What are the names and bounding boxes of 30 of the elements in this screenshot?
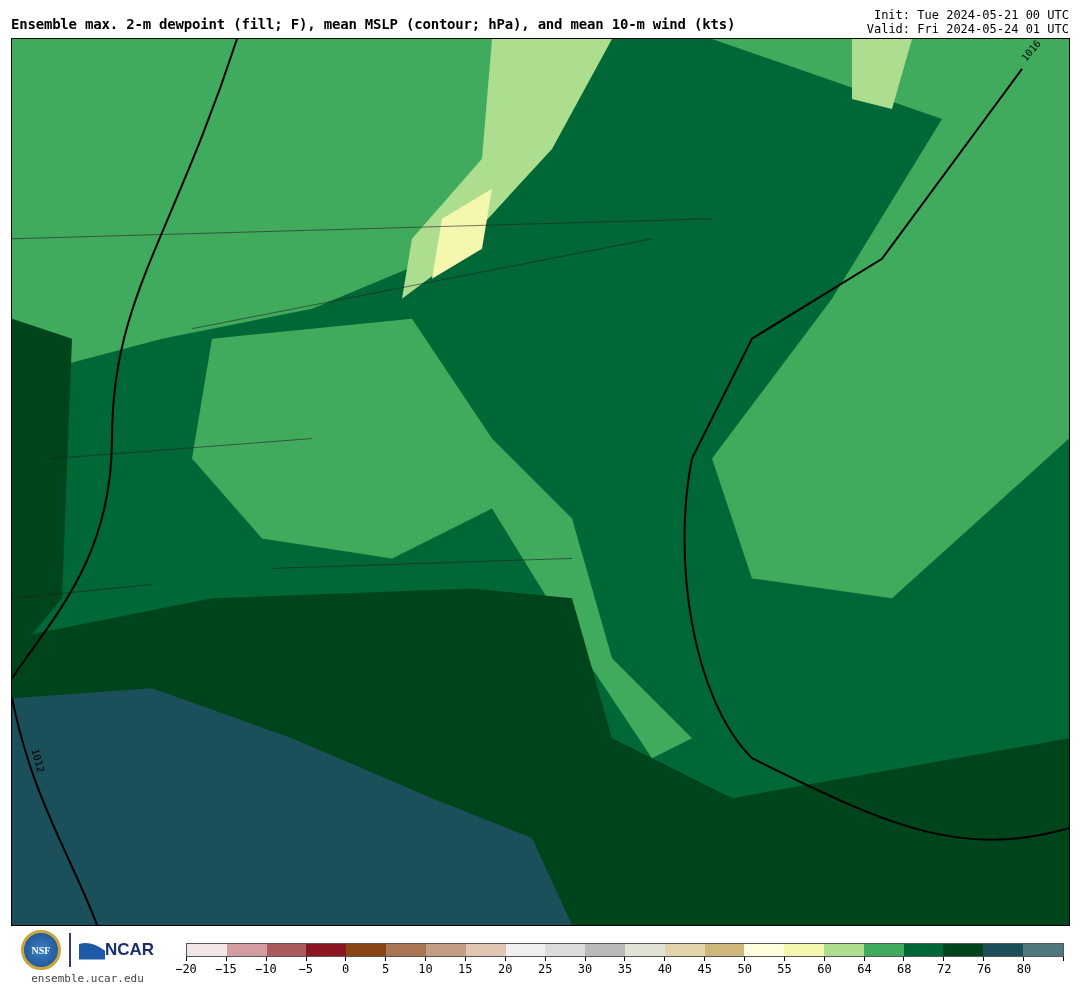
colorbar-tick-label: 80 xyxy=(1016,962,1032,976)
colorbar-tick-label: 76 xyxy=(976,962,992,976)
contour-label: 1012 xyxy=(29,747,47,774)
colorbar-tick-label: 15 xyxy=(458,962,473,976)
run-time-text: Valid: Fri 2024-05-24 01 UTC xyxy=(866,22,1069,36)
colorbar-tick-label: 5 xyxy=(381,962,390,976)
site-url: ensemble.ucar.edu xyxy=(31,972,144,985)
colorbar-tick-label: −10 xyxy=(254,962,277,976)
colorbar-tick-label: −20 xyxy=(175,962,197,976)
chart-title: Ensemble max. 2-m dewpoint (fill; F), mean MSLP (contour; hPa), and mean 10-m wind (kts) xyxy=(11,16,736,34)
colorbar-tick-label: 10 xyxy=(418,962,433,976)
colorbar-tick-label: 45 xyxy=(697,962,712,976)
colorbar-tick-label: 40 xyxy=(657,962,673,976)
colorbar-tick-label: 55 xyxy=(777,962,792,976)
colorbar-tick-label: 72 xyxy=(937,962,952,976)
colorbar-tick-label: 64 xyxy=(857,962,872,976)
colorbar-tick-label: 25 xyxy=(537,962,553,976)
colorbar-tick-label: 60 xyxy=(817,962,832,976)
colorbar-tick-label: −5 xyxy=(298,962,313,976)
run-time-text: Init: Tue 2024-05-21 00 UTC xyxy=(873,8,1069,22)
colorbar-tick-label: 0 xyxy=(342,962,350,976)
colorbar-tick-label: 35 xyxy=(617,962,633,976)
colorbar-tick-label: 50 xyxy=(737,962,752,976)
colorbar-tick-label: 68 xyxy=(897,962,912,976)
colorbar-tick-label: 20 xyxy=(498,962,513,976)
colorbar-tick-label: 30 xyxy=(577,962,593,976)
ncar-logo: NCAR xyxy=(104,940,155,960)
colorbar-tick-label: −15 xyxy=(215,962,237,976)
swoosh-icon xyxy=(78,940,105,960)
nsf-logo: NSF xyxy=(20,930,61,970)
